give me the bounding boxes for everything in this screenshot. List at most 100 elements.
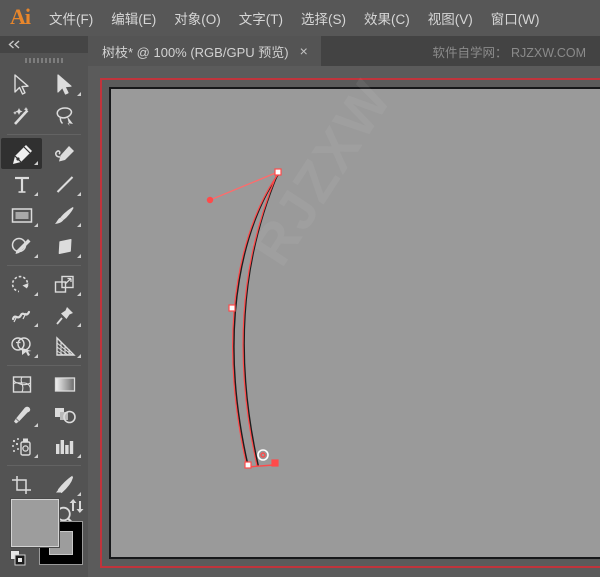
curvature-tool[interactable] (44, 138, 85, 169)
close-path-indicator (257, 449, 269, 461)
fill-stroke-control (6, 497, 88, 571)
eraser-tool[interactable] (44, 231, 85, 262)
tool-separator (7, 365, 81, 366)
anchor-active[interactable] (271, 459, 279, 467)
shape-builder-icon (10, 337, 31, 356)
scale-squares-icon (54, 275, 74, 293)
shape-builder-tool[interactable] (1, 331, 42, 362)
arrow-cursor-icon (14, 73, 29, 95)
close-icon[interactable]: × (298, 42, 310, 61)
tool-group-corner (77, 292, 81, 296)
artboard-tool[interactable] (1, 469, 42, 500)
paintbrush-tool[interactable] (44, 200, 85, 231)
pen-tool[interactable] (1, 138, 42, 169)
tool-group-corner (34, 192, 38, 196)
tool-group-corner (34, 323, 38, 327)
handle-endpoint[interactable] (206, 196, 214, 204)
slice-tool[interactable] (44, 469, 85, 500)
tool-group-corner (77, 92, 81, 96)
tool-group-corner (34, 161, 38, 165)
ai-logo: Ai (10, 4, 31, 29)
branch-outer-stroke (233, 171, 281, 467)
type-tool[interactable] (1, 169, 42, 200)
tool-group-corner (77, 354, 81, 358)
tool-separator (7, 265, 81, 266)
panel-grip[interactable] (0, 53, 88, 67)
direct-selection-tool[interactable] (44, 69, 85, 100)
menu-view[interactable]: 视图(V) (419, 4, 482, 32)
tool-group-corner (77, 254, 81, 258)
document-canvas-area[interactable]: RJZXW (88, 66, 600, 577)
anchor-top[interactable] (274, 168, 282, 176)
lasso-icon (56, 106, 73, 126)
eyedropper-tool[interactable] (1, 400, 42, 431)
width-squiggle-icon (11, 310, 30, 323)
document-tab-title: 树枝* @ 100% (RGB/GPU 预览) (102, 44, 289, 60)
menu-bar: Ai 文件(F) 编辑(E) 对象(O) 文字(T) 选择(S) 效果(C) 视… (0, 0, 600, 36)
selection-outline-inner (242, 173, 278, 467)
scale-tool[interactable] (44, 269, 85, 300)
tool-group-corner (77, 454, 81, 458)
perspective-grid-icon (55, 336, 76, 356)
menu-window[interactable]: 窗口(W) (482, 4, 549, 32)
pushpin-icon (55, 307, 73, 325)
tool-group-corner (34, 454, 38, 458)
rotate-tool[interactable] (1, 269, 42, 300)
gradient-tool[interactable] (44, 369, 85, 400)
tool-group-corner (77, 192, 81, 196)
arrow-cursor-filled-icon (57, 73, 72, 95)
magic-wand-icon (12, 106, 28, 125)
perspective-grid-tool[interactable] (44, 331, 85, 362)
blend-shapes-icon (54, 408, 76, 424)
tool-group-corner (34, 223, 38, 227)
symbol-sprayer-tool[interactable] (1, 431, 42, 462)
eyedropper-icon (14, 406, 31, 424)
line-segment-tool[interactable] (44, 169, 85, 200)
tool-group-corner (34, 254, 38, 258)
mesh-tool[interactable] (1, 369, 42, 400)
document-tab-bar: 树枝* @ 100% (RGB/GPU 预览) × 软件自学网： RJZXW.C… (88, 36, 600, 66)
menu-effect[interactable]: 效果(C) (355, 4, 419, 32)
artwork-layer[interactable] (88, 66, 600, 577)
free-transform-tool[interactable] (44, 300, 85, 331)
bar-chart-icon (55, 440, 73, 454)
swap-fill-stroke-icon[interactable] (68, 497, 86, 520)
site-watermark: 软件自学网： RJZXW.COM (432, 45, 586, 60)
tool-group-corner (34, 292, 38, 296)
rotate-arrow-icon (11, 275, 29, 293)
column-graph-tool[interactable] (44, 431, 85, 462)
tools-panel (0, 36, 88, 577)
menu-select[interactable]: 选择(S) (292, 4, 355, 32)
type-T-icon (14, 176, 29, 193)
symbol-sprayer-icon (11, 438, 31, 456)
fill-swatch[interactable] (10, 498, 60, 548)
anchor-middle[interactable] (228, 304, 236, 312)
width-tool[interactable] (1, 300, 42, 331)
tool-separator (7, 465, 81, 466)
lasso-tool[interactable] (44, 100, 85, 131)
paintbrush-icon (55, 207, 74, 224)
tool-group-corner (34, 354, 38, 358)
rectangle-tool[interactable] (1, 200, 42, 231)
menu-type[interactable]: 文字(T) (230, 4, 292, 32)
menu-object[interactable]: 对象(O) (165, 4, 230, 32)
shaper-pencil-tool[interactable] (1, 231, 42, 262)
curvature-pen-icon (54, 145, 74, 161)
document-tab[interactable]: 树枝* @ 100% (RGB/GPU 预览) × (88, 36, 321, 66)
magic-wand-tool[interactable] (1, 100, 42, 131)
default-fill-stroke-icon[interactable] (10, 550, 26, 571)
illustrator-window: Ai 文件(F) 编辑(E) 对象(O) 文字(T) 选择(S) 效果(C) 视… (0, 0, 600, 577)
selection-tool[interactable] (1, 69, 42, 100)
close-path-indicator-inner (260, 452, 266, 458)
menu-file[interactable]: 文件(F) (40, 4, 102, 32)
anchor-bottom[interactable] (244, 461, 252, 469)
mesh-grid-icon (12, 376, 31, 393)
tool-grid (0, 67, 88, 531)
artboard-crop-icon (11, 476, 31, 494)
tool-group-corner (34, 423, 38, 427)
blend-tool[interactable] (44, 400, 85, 431)
tool-group-corner (77, 492, 81, 496)
chevron-double-left-icon (8, 40, 20, 49)
collapse-panel-button[interactable] (0, 36, 88, 53)
menu-edit[interactable]: 编辑(E) (102, 4, 165, 32)
